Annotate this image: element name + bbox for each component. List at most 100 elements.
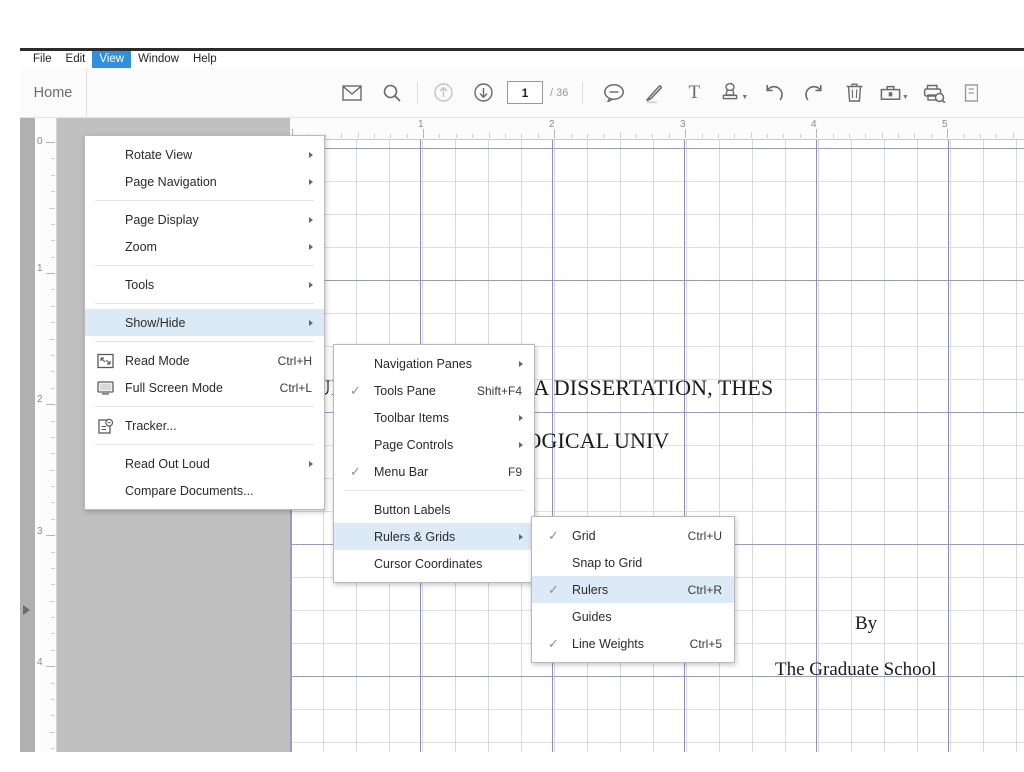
menu-separator <box>95 200 314 201</box>
chevron-down-icon[interactable]: ▼ <box>741 94 748 101</box>
screenshot-root: File Edit View Window Help Home 1 / 36 T… <box>0 0 1024 772</box>
menu-item-cursor-coordinates[interactable]: Cursor Coordinates <box>334 550 534 577</box>
menubar-item-help[interactable]: Help <box>186 51 224 68</box>
partial-page-tool-icon[interactable] <box>954 73 988 113</box>
menu-item-grid[interactable]: ✓ Grid Ctrl+U <box>532 522 734 549</box>
menubar-item-view[interactable]: View <box>92 51 132 68</box>
redo-icon[interactable] <box>794 73 834 113</box>
menubar-item-edit[interactable]: Edit <box>59 51 93 68</box>
menu-item-label: Line Weights <box>572 636 645 651</box>
rulers-grids-submenu[interactable]: ✓ Grid Ctrl+U Snap to Grid ✓ Rulers Ctrl… <box>531 516 735 663</box>
menu-item-label: Rotate View <box>125 147 193 162</box>
menu-item-accel: F9 <box>507 464 522 479</box>
menu-item-full-screen-mode[interactable]: Full Screen Mode Ctrl+L <box>85 374 324 401</box>
email-icon[interactable] <box>332 73 372 113</box>
toolbar-icon-group: 1 / 36 T ▼ ▼ <box>332 68 1024 117</box>
page-number-input[interactable]: 1 <box>507 81 543 104</box>
menu-separator <box>95 265 314 266</box>
toolbar-divider <box>582 81 584 104</box>
menu-item-accel: Ctrl+R <box>687 582 722 597</box>
menu-item-accel: Ctrl+H <box>277 353 312 368</box>
home-tab[interactable]: Home <box>20 68 87 117</box>
menu-separator <box>95 303 314 304</box>
menu-item-navigation-panes[interactable]: Navigation Panes <box>334 350 534 377</box>
submenu-arrow-icon <box>309 151 313 158</box>
menu-bar: File Edit View Window Help <box>20 51 1024 68</box>
menu-item-compare-documents[interactable]: Compare Documents... <box>85 477 324 504</box>
menu-item-label: Tools <box>125 277 155 292</box>
menu-separator <box>344 490 524 491</box>
menu-item-tools[interactable]: Tools <box>85 271 324 298</box>
submenu-arrow-icon <box>309 243 313 250</box>
menu-item-label: Compare Documents... <box>125 483 254 498</box>
menu-item-label: Page Controls <box>374 437 454 452</box>
menu-item-page-controls[interactable]: Page Controls <box>334 431 534 458</box>
stamp-icon[interactable]: ▼ <box>714 73 754 113</box>
toolbox-icon[interactable]: ▼ <box>874 73 914 113</box>
menu-item-label: Page Navigation <box>125 174 217 189</box>
vertical-ruler-tick-1: 1 <box>37 263 43 274</box>
menu-item-label: Zoom <box>125 239 157 254</box>
document-by-label: By <box>855 613 878 634</box>
menu-item-label: Cursor Coordinates <box>374 556 483 571</box>
menubar-item-file[interactable]: File <box>26 51 59 68</box>
menu-item-label: Show/Hide <box>125 315 186 330</box>
document-author: The Graduate School <box>775 659 937 680</box>
submenu-arrow-icon <box>519 414 523 421</box>
print-preview-icon[interactable] <box>914 73 954 113</box>
menu-separator <box>95 406 314 407</box>
chevron-down-icon[interactable]: ▼ <box>902 94 909 101</box>
checkmark-icon: ✓ <box>548 635 559 651</box>
toolbar: Home 1 / 36 T ▼ ▼ <box>20 68 1024 118</box>
comment-icon[interactable] <box>594 73 634 113</box>
menu-item-rotate-view[interactable]: Rotate View <box>85 141 324 168</box>
vertical-ruler-tick-4: 4 <box>37 657 43 668</box>
menu-item-rulers[interactable]: ✓ Rulers Ctrl+R <box>532 576 734 603</box>
expand-navigation-pane-icon[interactable] <box>23 605 30 615</box>
menu-item-read-mode[interactable]: Read Mode Ctrl+H <box>85 347 324 374</box>
menu-item-line-weights[interactable]: ✓ Line Weights Ctrl+5 <box>532 630 734 657</box>
next-page-icon[interactable] <box>463 73 503 113</box>
menu-item-guides[interactable]: Guides <box>532 603 734 630</box>
undo-icon[interactable] <box>754 73 794 113</box>
checkmark-icon: ✓ <box>548 527 559 543</box>
checkmark-icon: ✓ <box>350 382 361 398</box>
menu-item-show-hide[interactable]: Show/Hide <box>85 309 324 336</box>
menu-item-label: Snap to Grid <box>572 555 643 570</box>
highlight-icon[interactable] <box>634 73 674 113</box>
menu-item-label: Menu Bar <box>374 464 429 479</box>
vertical-ruler-tick-0: 0 <box>37 136 43 147</box>
delete-icon[interactable] <box>834 73 874 113</box>
menu-item-rulers-and-grids[interactable]: Rulers & Grids <box>334 523 534 550</box>
menu-item-accel: Ctrl+5 <box>689 636 722 651</box>
menu-item-label: Guides <box>572 609 612 624</box>
page-total-label: / 36 <box>550 86 569 99</box>
menu-item-tools-pane[interactable]: ✓ Tools Pane Shift+F4 <box>334 377 534 404</box>
document-viewport: 0 1 2 3 4 1 2 3 4 5 GUIDE TO PREPARING A… <box>20 118 1024 752</box>
menu-item-tracker[interactable]: Tracker... <box>85 412 324 439</box>
add-text-icon[interactable]: T <box>674 73 714 113</box>
show-hide-submenu[interactable]: Navigation Panes ✓ Tools Pane Shift+F4 T… <box>333 344 535 583</box>
menu-item-label: Rulers <box>572 582 609 597</box>
full-screen-icon <box>97 380 114 395</box>
menu-item-read-out-loud[interactable]: Read Out Loud <box>85 450 324 477</box>
navigation-pane-rail[interactable] <box>20 118 35 752</box>
menubar-item-window[interactable]: Window <box>131 51 186 68</box>
menu-item-toolbar-items[interactable]: Toolbar Items <box>334 404 534 431</box>
vertical-ruler-tick-2: 2 <box>37 394 43 405</box>
menu-item-label: Button Labels <box>374 502 451 517</box>
vertical-ruler-tick-3: 3 <box>37 526 43 537</box>
menu-item-accel: Ctrl+L <box>279 380 312 395</box>
menu-item-zoom[interactable]: Zoom <box>85 233 324 260</box>
search-icon[interactable] <box>372 73 412 113</box>
menu-item-snap-to-grid[interactable]: Snap to Grid <box>532 549 734 576</box>
menu-item-page-navigation[interactable]: Page Navigation <box>85 168 324 195</box>
previous-page-icon[interactable] <box>423 73 463 113</box>
menu-item-button-labels[interactable]: Button Labels <box>334 496 534 523</box>
submenu-arrow-icon <box>309 178 313 185</box>
view-menu[interactable]: Rotate View Page Navigation Page Display… <box>84 135 325 510</box>
menu-item-label: Tools Pane <box>374 383 436 398</box>
menu-item-menu-bar[interactable]: ✓ Menu Bar F9 <box>334 458 534 485</box>
menu-item-page-display[interactable]: Page Display <box>85 206 324 233</box>
vertical-ruler: 0 1 2 3 4 <box>35 118 57 752</box>
